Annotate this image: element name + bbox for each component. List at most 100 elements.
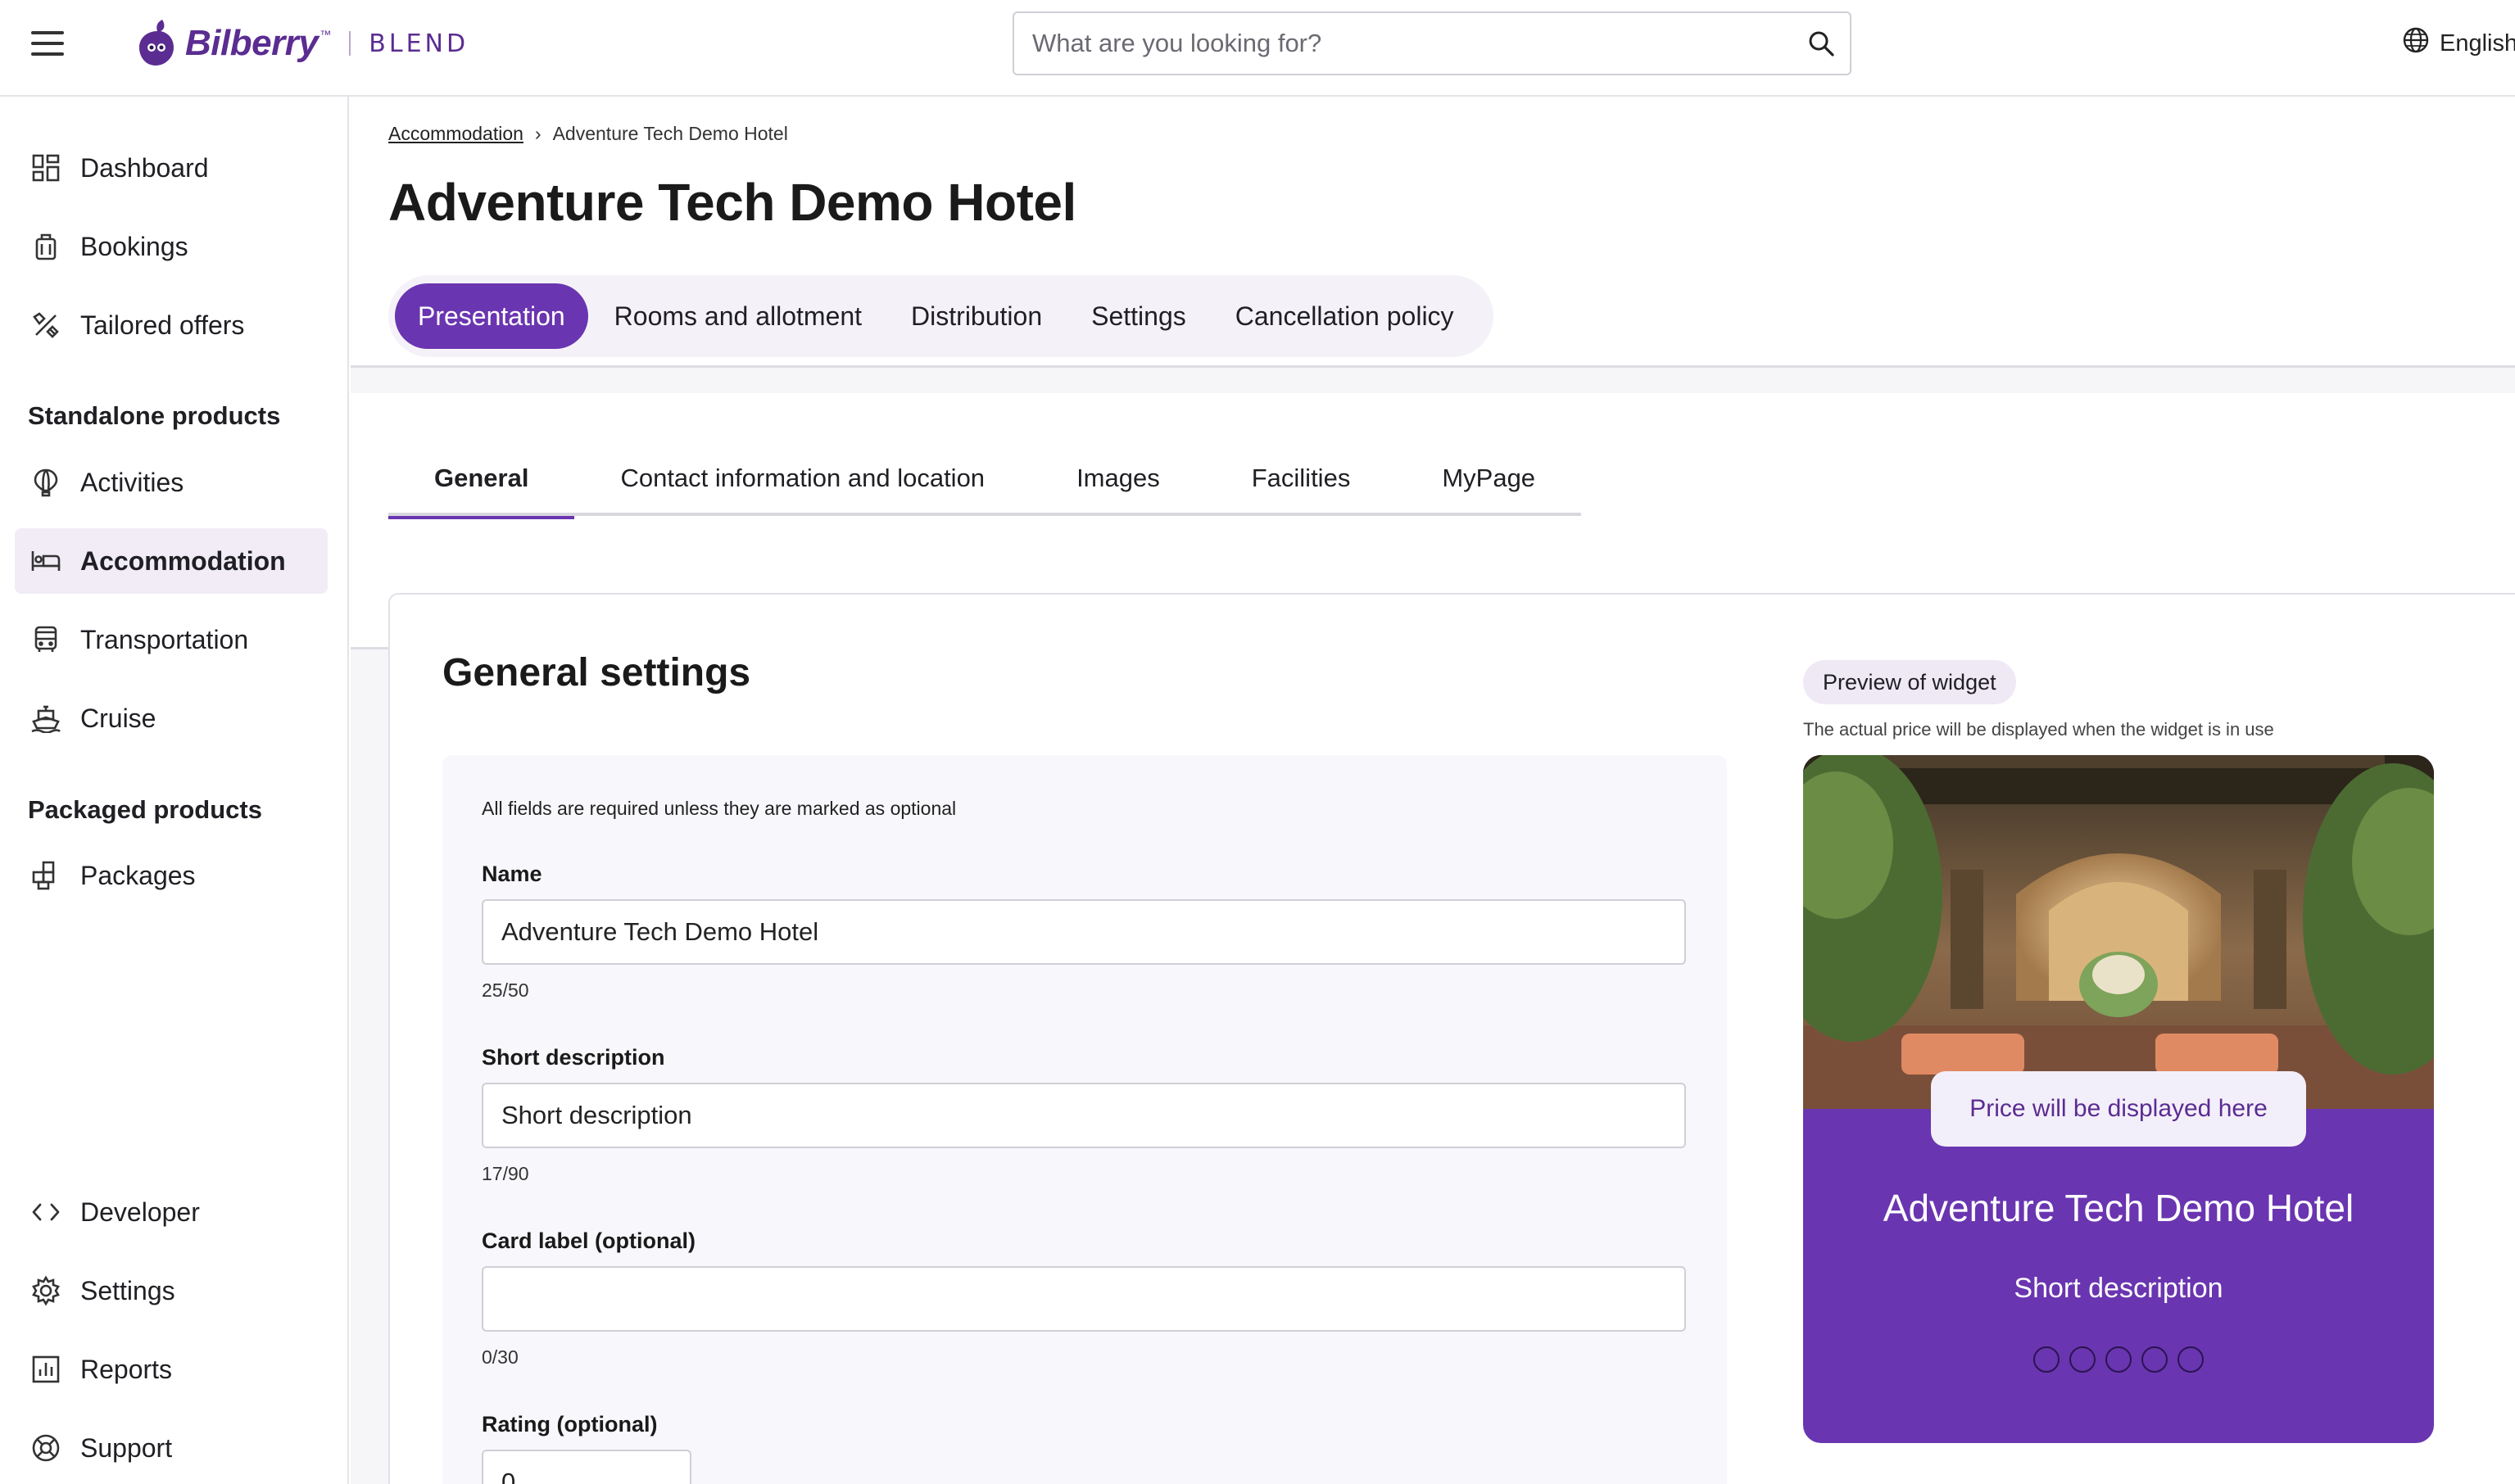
short-description-field[interactable] <box>482 1083 1686 1148</box>
code-icon <box>29 1196 62 1228</box>
sidebar-item-label: Developer <box>80 1197 200 1227</box>
rating-dot <box>2177 1346 2204 1373</box>
brand-separator <box>349 31 351 56</box>
sidebar: Dashboard Bookings Tailored offers Stand… <box>0 97 349 1484</box>
gear-icon <box>29 1274 62 1307</box>
sidebar-item-tailored-offers[interactable]: Tailored offers <box>15 292 328 358</box>
form-panel: All fields are required unless they are … <box>442 755 1727 1484</box>
sidebar-item-settings[interactable]: Settings <box>15 1258 328 1323</box>
rating-dot <box>2069 1346 2096 1373</box>
top-bar: Bilberry ™ BLEND English <box>0 0 2515 97</box>
subtab-contact-information[interactable]: Contact information and location <box>574 441 1031 516</box>
name-label: Name <box>482 862 542 886</box>
menu-icon[interactable] <box>31 31 64 56</box>
subtab-images[interactable]: Images <box>1031 441 1206 516</box>
brand-sub: BLEND <box>369 29 469 58</box>
tab-distribution[interactable]: Distribution <box>888 283 1065 349</box>
sub-tabs: General Contact information and location… <box>388 441 1582 519</box>
rating-dot <box>2033 1346 2060 1373</box>
breadcrumb: Accommodation › Adventure Tech Demo Hote… <box>388 123 788 145</box>
chart-icon <box>29 1353 62 1386</box>
sidebar-item-label: Reports <box>80 1354 173 1384</box>
breadcrumb-current: Adventure Tech Demo Hotel <box>552 123 788 144</box>
sidebar-item-accommodation[interactable]: Accommodation <box>15 528 328 594</box>
sidebar-item-bookings[interactable]: Bookings <box>15 214 328 279</box>
name-field[interactable] <box>482 899 1686 965</box>
sidebar-item-packages[interactable]: Packages <box>15 843 328 908</box>
bus-icon <box>29 623 62 656</box>
tab-presentation[interactable]: Presentation <box>395 283 588 349</box>
sidebar-item-label: Cruise <box>80 703 156 733</box>
chevron-right-icon: › <box>534 123 542 144</box>
sidebar-item-reports[interactable]: Reports <box>15 1337 328 1402</box>
search-bar <box>1013 11 1851 75</box>
hotel-lobby-image <box>1803 755 2434 1109</box>
globe-icon <box>2402 26 2430 61</box>
tools-icon <box>29 309 62 342</box>
preview-note: The actual price will be displayed when … <box>1803 719 2274 740</box>
main-content: Accommodation › Adventure Tech Demo Hote… <box>351 97 2515 1484</box>
tab-settings[interactable]: Settings <box>1068 283 1209 349</box>
rating-label: Rating (optional) <box>482 1412 658 1436</box>
ship-icon <box>29 702 62 735</box>
card-label-char-count: 0/30 <box>482 1346 519 1368</box>
lifebuoy-icon <box>29 1432 62 1464</box>
package-icon <box>29 859 62 892</box>
page-title: Adventure Tech Demo Hotel <box>388 173 1076 232</box>
trademark-mark: ™ <box>319 28 332 41</box>
short-description-char-count: 17/90 <box>482 1163 529 1184</box>
rating-dots <box>1803 1346 2434 1373</box>
card-label-label: Card label (optional) <box>482 1228 696 1253</box>
subtab-mypage[interactable]: MyPage <box>1396 441 1581 516</box>
sidebar-item-label: Support <box>80 1432 173 1463</box>
tab-cancellation-policy[interactable]: Cancellation policy <box>1212 283 1477 349</box>
sidebar-item-label: Settings <box>80 1275 175 1305</box>
breadcrumb-link-accommodation[interactable]: Accommodation <box>388 123 523 145</box>
brand-name: Bilberry <box>185 23 319 63</box>
widget-description: Short description <box>2014 1273 2223 1304</box>
section-divider <box>351 365 2515 393</box>
rating-dot <box>2105 1346 2132 1373</box>
sidebar-item-developer[interactable]: Developer <box>15 1179 328 1245</box>
search-input[interactable] <box>1014 13 1792 74</box>
short-description-label: Short description <box>482 1045 665 1070</box>
sidebar-item-label: Tailored offers <box>80 310 245 340</box>
card-label-field[interactable] <box>482 1266 1686 1332</box>
sidebar-item-activities[interactable]: Activities <box>15 450 328 515</box>
section-heading-standalone: Standalone products <box>28 401 281 430</box>
sidebar-item-cruise[interactable]: Cruise <box>15 685 328 751</box>
name-char-count: 25/50 <box>482 980 529 1001</box>
sidebar-item-label: Bookings <box>80 231 188 261</box>
main-tabs: Presentation Rooms and allotment Distrib… <box>388 275 1493 357</box>
sidebar-item-label: Packages <box>80 860 196 890</box>
widget-title: Adventure Tech Demo Hotel <box>1883 1187 2354 1229</box>
bed-icon <box>29 545 62 577</box>
card-title: General settings <box>442 651 751 694</box>
sidebar-item-label: Accommodation <box>80 545 286 576</box>
subtab-general[interactable]: General <box>388 441 575 519</box>
rating-field[interactable] <box>482 1450 691 1484</box>
brand-logo[interactable]: Bilberry ™ BLEND <box>138 15 469 72</box>
language-label: English <box>2440 29 2515 57</box>
section-heading-packaged: Packaged products <box>28 795 262 824</box>
preview-chip: Preview of widget <box>1803 660 2016 704</box>
price-placeholder: Price will be displayed here <box>1931 1071 2306 1147</box>
language-selector[interactable]: English <box>2402 26 2515 61</box>
subtab-facilities[interactable]: Facilities <box>1206 441 1397 516</box>
form-note: All fields are required unless they are … <box>482 798 957 819</box>
sidebar-item-label: Dashboard <box>80 152 209 183</box>
widget-preview: Price will be displayed here Adventure T… <box>1803 755 2434 1443</box>
tab-rooms-and-allotment[interactable]: Rooms and allotment <box>591 283 885 349</box>
rating-dot <box>2141 1346 2168 1373</box>
balloon-icon <box>29 466 62 499</box>
sidebar-item-label: Activities <box>80 467 184 497</box>
sidebar-item-support[interactable]: Support <box>15 1415 328 1481</box>
sidebar-item-dashboard[interactable]: Dashboard <box>15 135 328 201</box>
search-icon[interactable] <box>1792 13 1850 74</box>
general-settings-card: General settings All fields are required… <box>388 593 2515 1484</box>
sidebar-item-transportation[interactable]: Transportation <box>15 607 328 672</box>
bilberry-logo-icon <box>138 18 177 69</box>
sidebar-item-label: Transportation <box>80 624 249 654</box>
dashboard-icon <box>29 152 62 184</box>
suitcase-icon <box>29 230 62 263</box>
